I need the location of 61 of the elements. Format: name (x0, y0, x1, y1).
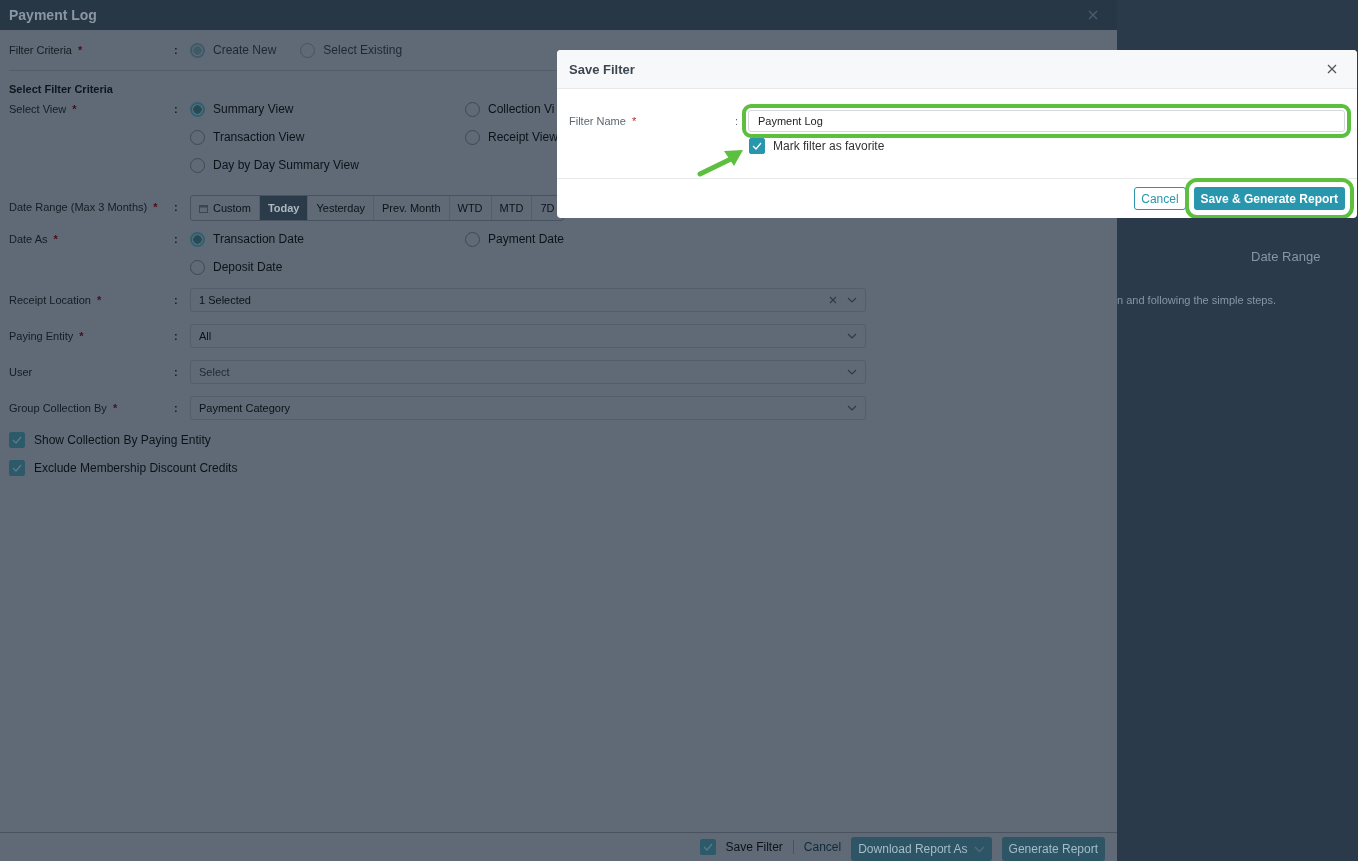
separator: : (174, 43, 179, 58)
field-label: Date As * (9, 232, 59, 247)
select-field[interactable]: All (190, 324, 866, 348)
separator: : (174, 200, 179, 215)
select-field[interactable]: Select (190, 360, 866, 384)
field-label: Select View * (9, 102, 78, 117)
separator: : (174, 365, 179, 380)
separator: : (174, 401, 179, 416)
checkmark-icon (12, 436, 22, 444)
radio-option[interactable]: Transaction Date (190, 230, 465, 248)
field-label: Paying Entity * (9, 329, 85, 344)
radio-option[interactable]: Collection Vi (465, 100, 665, 118)
separator: : (174, 102, 179, 117)
date-preset-tab[interactable]: Custom (191, 196, 260, 220)
field-label: User (9, 365, 34, 380)
checkbox-option[interactable]: Exclude Membership Discount Credits (0, 454, 1117, 482)
save-filter-checkbox[interactable]: Save Filter (700, 833, 783, 861)
date-preset-tab[interactable]: Yesterday (308, 196, 374, 220)
chevron-down-icon[interactable] (847, 333, 857, 339)
cancel-button[interactable]: Cancel (1134, 187, 1186, 210)
chevron-down-icon[interactable] (847, 369, 857, 375)
select-field[interactable]: 1 Selected (190, 288, 866, 312)
date-preset-tab[interactable]: Today (259, 196, 309, 220)
separator: : (174, 232, 179, 247)
field-label: Group Collection By * (9, 401, 119, 416)
chevron-down-icon[interactable] (847, 297, 857, 303)
radio-option[interactable]: Day by Day Summary View (190, 156, 465, 174)
section-title: Select Filter Criteria (8, 82, 114, 97)
close-icon[interactable] (1327, 64, 1337, 74)
radio-option[interactable]: Payment Date (465, 230, 665, 248)
select-field[interactable]: Payment Category (190, 396, 866, 420)
radio-option[interactable]: Deposit Date (190, 258, 465, 276)
radio-option[interactable]: Summary View (190, 100, 465, 118)
checkmark-icon (12, 464, 22, 472)
date-preset-tab[interactable]: WTD (449, 196, 492, 220)
generate-report-button[interactable]: Generate Report (1001, 837, 1105, 861)
clear-icon[interactable] (829, 296, 837, 304)
separator: : (174, 293, 179, 308)
checkmark-icon (703, 843, 714, 851)
radio-option[interactable]: Receipt View (465, 128, 665, 146)
checkmark-icon (752, 142, 762, 150)
field-label: Filter Name * (569, 115, 638, 127)
cancel-link[interactable]: Cancel (803, 840, 842, 854)
field-label: Filter Criteria * (9, 43, 84, 58)
help-heading: Date Range (1250, 249, 1322, 264)
dialog-title: Save Filter (569, 61, 635, 77)
date-preset-tab[interactable]: Prev. Month (374, 196, 450, 220)
separator: : (735, 115, 740, 127)
checkbox-option[interactable]: Show Collection By Paying Entity (0, 426, 1117, 454)
date-preset-tab[interactable]: MTD (491, 196, 533, 220)
radio-option[interactable]: Transaction View (190, 128, 465, 146)
download-report-button[interactable]: Download Report As (851, 837, 992, 861)
calendar-icon (199, 203, 208, 213)
chevron-down-icon (973, 845, 985, 853)
help-text: n and following the simple steps. (1117, 294, 1277, 306)
field-label: Date Range (Max 3 Months) * (9, 200, 159, 215)
favorite-checkbox[interactable]: Mark filter as favorite (749, 138, 885, 154)
report-title: Payment Log (9, 7, 97, 23)
separator: : (174, 329, 179, 344)
chevron-down-icon[interactable] (847, 405, 857, 411)
field-label: Receipt Location * (9, 293, 103, 308)
